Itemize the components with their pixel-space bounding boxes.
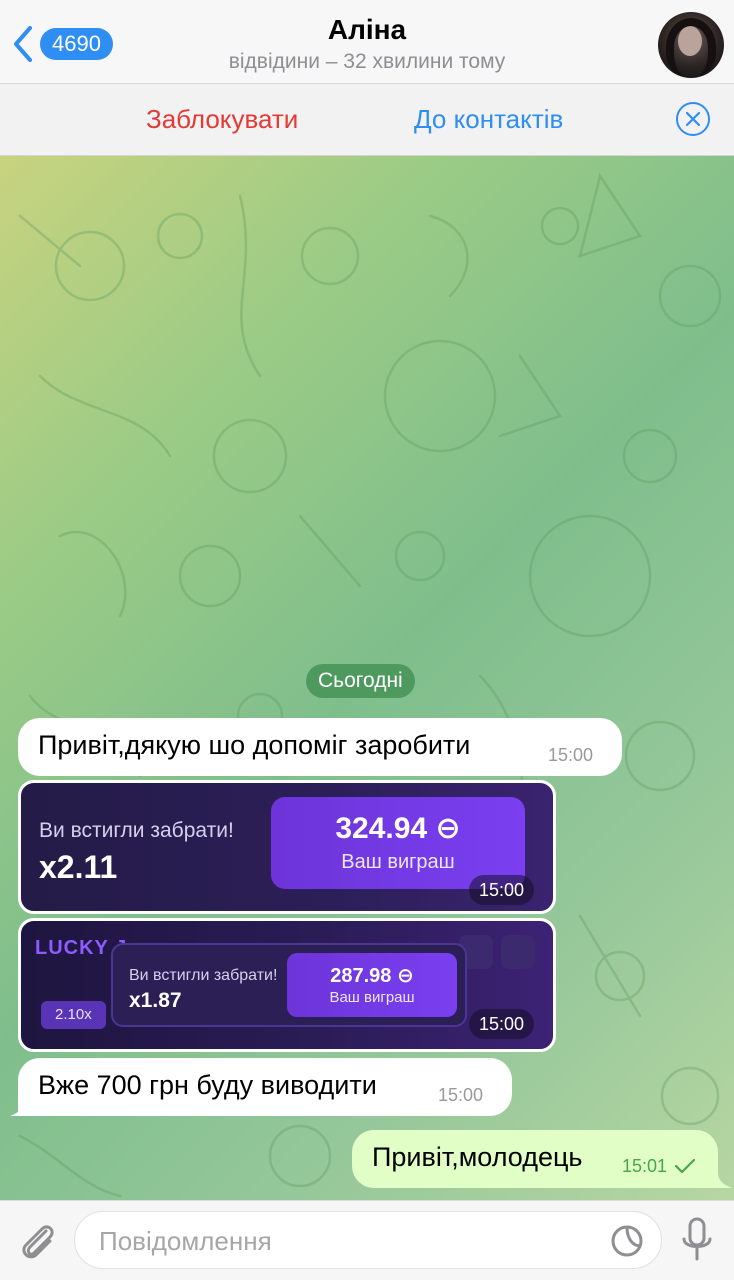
outgoing-message[interactable]: Привіт,молодець 15:01 bbox=[352, 1130, 718, 1188]
close-icon bbox=[685, 111, 701, 127]
close-action-bar-button[interactable] bbox=[676, 102, 710, 136]
message-text: Привіт,дякую шо допоміг заробити bbox=[38, 730, 471, 760]
winnings-amount: 324.94 ⊖ bbox=[335, 812, 461, 845]
date-separator: Сьогодні bbox=[306, 664, 415, 698]
chat-header: 4690 Аліна відвідини – 32 хвилини тому bbox=[0, 0, 734, 84]
checkmark-icon bbox=[674, 1158, 696, 1174]
multiplier-value: x1.87 bbox=[129, 989, 182, 1012]
winnings-amount: 287.98 ⊖ bbox=[330, 965, 414, 987]
bubble-tail bbox=[712, 1172, 732, 1188]
contact-action-bar: Заблокувати До контактів bbox=[0, 84, 734, 156]
sticker-icon[interactable] bbox=[610, 1224, 644, 1258]
paperclip-icon[interactable] bbox=[16, 1217, 58, 1263]
block-button[interactable]: Заблокувати bbox=[146, 104, 298, 135]
message-input-placeholder: Повідомлення bbox=[99, 1226, 272, 1256]
message-time: 15:00 bbox=[469, 875, 535, 905]
win-screenshot-image[interactable]: LUCKY J 2.10x Ви встигли забрати! x1.87 … bbox=[18, 918, 556, 1052]
winnings-panel: 287.98 ⊖ Ваш виграш bbox=[287, 953, 457, 1017]
game-chat-icon bbox=[501, 935, 535, 969]
add-to-contacts-button[interactable]: До контактів bbox=[414, 104, 563, 135]
message-time: 15:00 bbox=[438, 1085, 484, 1105]
contact-name[interactable]: Аліна bbox=[0, 14, 734, 46]
winnings-label: Ваш виграш bbox=[329, 989, 415, 1006]
message-input[interactable]: Повідомлення bbox=[74, 1211, 662, 1269]
chat-area[interactable]: Сьогодні Привіт,дякую шо допоміг заробит… bbox=[0, 156, 734, 1200]
avatar-hair bbox=[666, 18, 716, 76]
cashout-caption: Ви встигли забрати! bbox=[39, 819, 234, 842]
cashout-caption: Ви встигли забрати! bbox=[129, 967, 278, 984]
avatar[interactable] bbox=[658, 12, 724, 78]
multiplier-chip: 2.10x bbox=[41, 1001, 106, 1029]
cashout-popup: Ви встигли забрати! x1.87 287.98 ⊖ Ваш в… bbox=[111, 943, 467, 1027]
message-time: 15:00 bbox=[469, 1009, 535, 1039]
incoming-message[interactable]: Привіт,дякую шо допоміг заробити 15:00 bbox=[18, 718, 622, 776]
winnings-label: Ваш виграш bbox=[341, 851, 455, 873]
message-text: Вже 700 грн буду виводити bbox=[38, 1070, 377, 1100]
message-input-bar: Повідомлення bbox=[0, 1200, 734, 1280]
win-screenshot-image[interactable]: Ви встигли забрати! x2.11 324.94 ⊖ Ваш в… bbox=[18, 780, 556, 914]
message-time: 15:00 bbox=[548, 745, 594, 765]
incoming-message[interactable]: Вже 700 грн буду виводити 15:00 bbox=[18, 1058, 512, 1116]
last-seen-status: відвідини – 32 хвилини тому bbox=[228, 50, 506, 73]
microphone-icon[interactable] bbox=[680, 1217, 714, 1263]
message-time: 15:01 bbox=[622, 1156, 668, 1176]
multiplier-value: x2.11 bbox=[39, 849, 118, 885]
message-text: Привіт,молодець bbox=[372, 1142, 583, 1172]
